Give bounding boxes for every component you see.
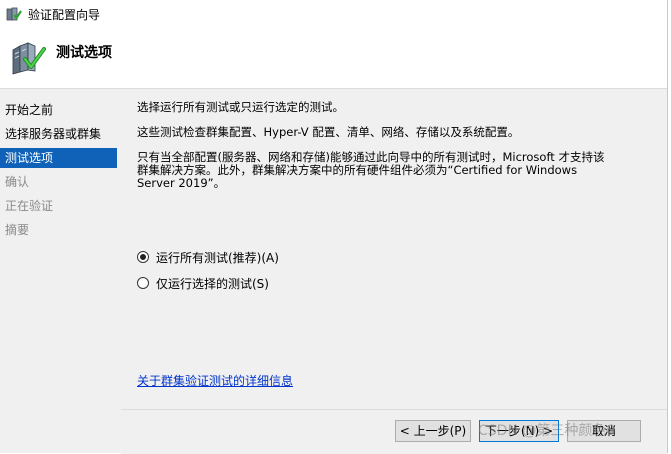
step-before-you-begin[interactable]: 开始之前 xyxy=(0,100,117,120)
validation-tests-help-link[interactable]: 关于群集验证测试的详细信息 xyxy=(137,372,293,389)
step-select-servers[interactable]: 选择服务器或群集 xyxy=(0,124,117,144)
title-bar: 验证配置向导 xyxy=(0,0,667,28)
run-all-tests-label[interactable]: 运行所有测试(推荐)(A) xyxy=(156,249,279,266)
step-testing-options[interactable]: 测试选项 xyxy=(0,148,117,168)
cluster-app-icon xyxy=(6,6,22,22)
description-text: 这些测试检查群集配置、Hyper-V 配置、清单、网络、存储以及系统配置。 xyxy=(137,125,520,139)
radio-button-checked[interactable] xyxy=(137,251,149,263)
page-title: 测试选项 xyxy=(56,45,112,61)
run-selected-tests-option[interactable]: 仅运行选择的测试(S) xyxy=(137,274,269,292)
radio-button[interactable] xyxy=(137,277,149,289)
wizard-steps-sidebar: 开始之前 选择服务器或群集 测试选项 确认 正在验证 摘要 xyxy=(0,89,121,453)
watermark: CSDN @第三种颜色0 xyxy=(478,423,616,439)
back-button[interactable]: < 上一步(P) xyxy=(395,420,471,442)
support-text-line3: Server 2019”。 xyxy=(137,176,226,190)
main-content: 选择运行所有测试或只运行选定的测试。 这些测试检查群集配置、Hyper-V 配置… xyxy=(121,89,667,409)
cluster-validate-icon xyxy=(10,40,46,76)
wizard-header: 测试选项 xyxy=(0,28,667,89)
step-validating: 正在验证 xyxy=(5,199,54,213)
wizard-window: 验证配置向导 测试选项 开始之前 选择服务器或群集 测试选项 确认 正在验证 摘… xyxy=(0,0,668,454)
window-title: 验证配置向导 xyxy=(28,8,101,22)
intro-text: 选择运行所有测试或只运行选定的测试。 xyxy=(137,100,344,114)
step-confirmation: 确认 xyxy=(5,175,30,189)
run-selected-tests-label[interactable]: 仅运行选择的测试(S) xyxy=(156,275,269,292)
step-summary: 摘要 xyxy=(5,223,30,237)
run-all-tests-option[interactable]: 运行所有测试(推荐)(A) xyxy=(137,248,279,266)
